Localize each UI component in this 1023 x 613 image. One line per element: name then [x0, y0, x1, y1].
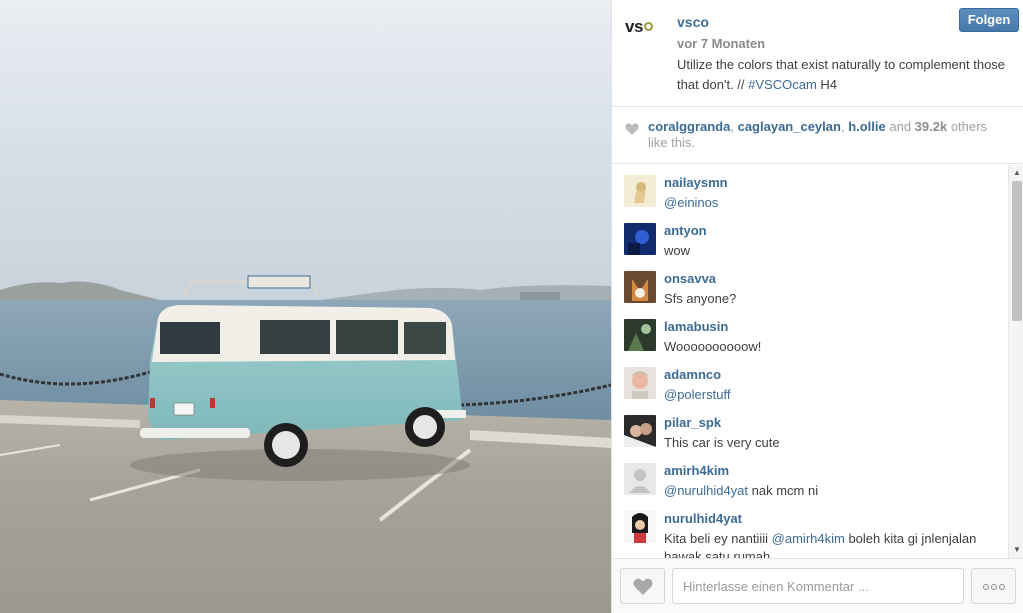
comment-body: nak mcm ni	[748, 483, 819, 498]
comment-username[interactable]: nailaysmn	[664, 175, 728, 190]
comment-body: This car is very cute	[664, 435, 780, 450]
comment-text: @polerstuff	[664, 386, 1004, 404]
likes-summary: coralggranda, caglayan_ceylan, h.ollie a…	[612, 108, 1023, 164]
comment-item: amirh4kim @nurulhid4yat nak mcm ni	[612, 453, 1007, 501]
comment-mention[interactable]: @eininos	[664, 195, 718, 210]
avatar[interactable]	[624, 511, 656, 543]
comment-item: onsavva Sfs anyone?	[612, 261, 1007, 309]
post-username[interactable]: vsco	[677, 14, 709, 30]
likes-count[interactable]: 39.2k	[915, 119, 948, 134]
liker-link[interactable]: h.ollie	[848, 119, 886, 134]
comment-username[interactable]: lamabusin	[664, 319, 728, 334]
post-timestamp[interactable]: vor 7 Monaten	[677, 36, 765, 51]
comment-username[interactable]: nurulhid4yat	[664, 511, 742, 526]
vsco-circle-icon	[643, 22, 653, 31]
scroll-down-arrow-icon[interactable]: ▼	[1013, 545, 1021, 554]
like-button[interactable]	[620, 568, 665, 604]
liker-link[interactable]: coralggranda	[648, 119, 730, 134]
comment-text: @nurulhid4yat nak mcm ni	[664, 482, 1004, 500]
comment-mention[interactable]: @nurulhid4yat	[664, 483, 748, 498]
avatar[interactable]	[624, 415, 656, 447]
comment-input[interactable]	[672, 568, 964, 604]
comment-username[interactable]: adamnco	[664, 367, 721, 382]
caption-tail: H4	[816, 77, 838, 92]
comment-footer	[612, 558, 1023, 613]
avatar-text: vs	[625, 17, 643, 36]
comment-item: nailaysmn @eininos	[612, 165, 1007, 213]
comment-mention[interactable]: @amirh4kim	[772, 531, 845, 546]
post-side-panel: vs vsco vor 7 Monaten Utilize the colors…	[611, 0, 1023, 613]
comment-text: Sfs anyone?	[664, 290, 1004, 308]
comment-text: wow	[664, 242, 1004, 260]
comment-text: Woooooooooow!	[664, 338, 1004, 356]
comment-username[interactable]: onsavva	[664, 271, 716, 286]
comment-username[interactable]: amirh4kim	[664, 463, 729, 478]
post-photo[interactable]	[0, 0, 611, 613]
comment-text: Kita beli ey nantiiii @amirh4kim boleh k…	[664, 530, 1004, 558]
avatar[interactable]	[624, 175, 656, 207]
comment-username[interactable]: pilar_spk	[664, 415, 721, 430]
more-options-button[interactable]	[971, 568, 1016, 604]
avatar[interactable]	[624, 271, 656, 303]
comment-text: @eininos	[664, 194, 1004, 212]
likes-separator: ,	[730, 119, 738, 134]
follow-button[interactable]: Folgen	[959, 8, 1019, 32]
likes-and: and	[885, 119, 915, 134]
comment-item: adamnco @polerstuff	[612, 357, 1007, 405]
post-caption: Utilize the colors that exist naturally …	[677, 55, 1007, 95]
comments-list[interactable]: nailaysmn @eininos antyon wow onsavva Sf…	[612, 165, 1023, 558]
comments-scrollbar[interactable]: ▲ ▼	[1008, 165, 1023, 558]
comment-body: Sfs anyone?	[664, 291, 737, 306]
caption-hashtag[interactable]: #VSCOcam	[748, 77, 817, 92]
scroll-up-arrow-icon[interactable]: ▲	[1013, 168, 1021, 177]
likes-text: coralggranda, caglayan_ceylan, h.ollie a…	[648, 119, 1008, 151]
comment-username[interactable]: antyon	[664, 223, 707, 238]
avatar[interactable]: vs	[625, 17, 665, 45]
comment-item: pilar_spk This car is very cute	[612, 405, 1007, 453]
avatar[interactable]	[624, 463, 656, 495]
comment-body: Woooooooooow!	[664, 339, 762, 354]
comment-body: wow	[664, 243, 691, 258]
van-photo-image	[0, 0, 611, 613]
heart-icon	[633, 578, 653, 595]
avatar[interactable]	[624, 223, 656, 255]
more-options-icon	[982, 578, 1006, 593]
avatar[interactable]	[624, 367, 656, 399]
caption-text: Utilize the colors that exist naturally …	[677, 57, 1006, 92]
comment-mention[interactable]: @polerstuff	[664, 387, 730, 402]
avatar[interactable]	[624, 319, 656, 351]
comment-text: This car is very cute	[664, 434, 1004, 452]
heart-icon	[625, 123, 639, 135]
scrollbar-thumb[interactable]	[1012, 181, 1022, 321]
comment-item: lamabusin Woooooooooow!	[612, 309, 1007, 357]
comment-item: nurulhid4yat Kita beli ey nantiiii @amir…	[612, 501, 1007, 558]
post-header: vs vsco vor 7 Monaten Utilize the colors…	[612, 0, 1023, 107]
comment-item: antyon wow	[612, 213, 1007, 261]
comment-body: Kita beli ey nantiiii	[664, 531, 772, 546]
liker-link[interactable]: caglayan_ceylan	[738, 119, 841, 134]
